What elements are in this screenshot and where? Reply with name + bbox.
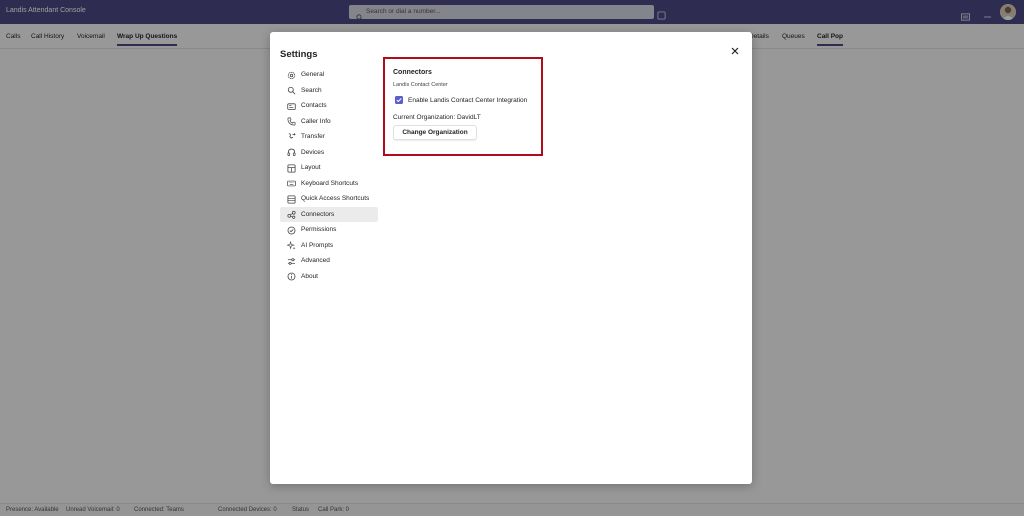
nav-label: Contacts: [301, 102, 327, 109]
transfer-icon: [287, 132, 296, 142]
nav-label: Keyboard Shortcuts: [301, 179, 359, 187]
nav-item-permissions[interactable]: Permissions: [280, 222, 378, 238]
info-icon: [287, 272, 296, 281]
nav-item-devices[interactable]: Devices: [280, 145, 378, 161]
highlight-annotation: [383, 57, 543, 156]
shield-check-icon: [287, 226, 296, 235]
nav-item-layout[interactable]: Layout: [280, 160, 378, 176]
phone-icon: [287, 117, 296, 126]
nav-item-connectors[interactable]: Connectors: [280, 206, 378, 222]
nav-label: Search: [301, 86, 322, 94]
nav-label: Permissions: [301, 226, 337, 233]
nav-item-about[interactable]: About: [280, 269, 378, 285]
close-icon[interactable]: [729, 44, 741, 56]
nav-label: Quick Access Shortcuts: [301, 195, 370, 202]
search-icon: [287, 86, 296, 95]
dialog-title: Settings: [280, 49, 318, 60]
nav-item-keyboard-shortcuts[interactable]: Keyboard Shortcuts: [280, 176, 378, 192]
contact-card-icon: [287, 102, 296, 111]
grid-icon: [287, 194, 296, 204]
connector-icon: [287, 210, 296, 219]
nav-label: AI Prompts: [301, 241, 334, 249]
sliders-icon: [287, 257, 296, 266]
settings-nav: General Search Contacts Caller Info Tran…: [280, 67, 378, 284]
nav-item-search[interactable]: Search: [280, 83, 378, 99]
nav-item-advanced[interactable]: Advanced: [280, 253, 378, 269]
nav-label: Caller Info: [301, 117, 331, 125]
sparkle-icon: [287, 241, 296, 250]
nav-label: Layout: [301, 164, 321, 171]
gear-icon: [287, 71, 296, 80]
nav-label: Connectors: [301, 210, 335, 218]
nav-item-ai-prompts[interactable]: AI Prompts: [280, 238, 378, 254]
nav-item-transfer[interactable]: Transfer: [280, 129, 378, 145]
nav-label: General: [301, 71, 325, 78]
nav-item-caller-info[interactable]: Caller Info: [280, 114, 378, 130]
keyboard-icon: [287, 179, 296, 188]
nav-label: About: [301, 272, 318, 280]
headset-icon: [287, 148, 296, 157]
layout-icon: [287, 163, 296, 173]
nav-item-quick-access-shortcuts[interactable]: Quick Access Shortcuts: [280, 191, 378, 207]
nav-item-general[interactable]: General: [280, 67, 378, 83]
nav-label: Transfer: [301, 133, 325, 140]
nav-item-contacts[interactable]: Contacts: [280, 98, 378, 114]
nav-label: Advanced: [301, 257, 330, 264]
nav-label: Devices: [301, 148, 325, 156]
